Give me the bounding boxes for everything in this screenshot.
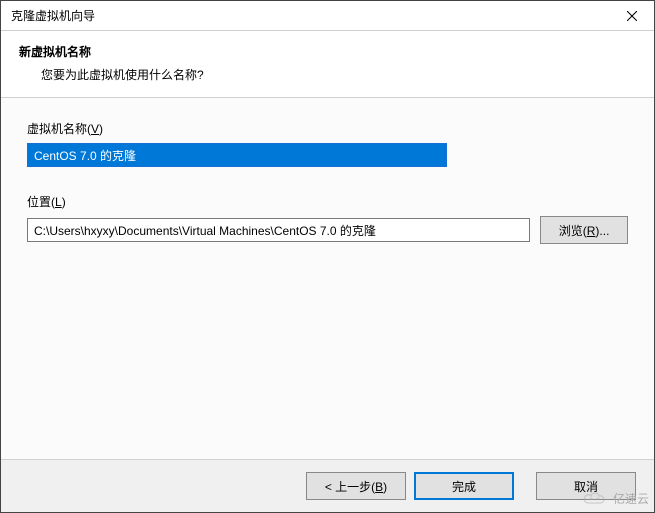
close-icon [627,11,637,21]
vm-name-label: 虚拟机名称(V) [27,120,628,137]
location-row: 浏览(R)... [27,216,628,244]
finish-button[interactable]: 完成 [414,472,514,500]
wizard-header: 新虚拟机名称 您要为此虚拟机使用什么名称? [1,31,654,98]
browse-button[interactable]: 浏览(R)... [540,216,628,244]
page-title: 新虚拟机名称 [19,43,636,60]
vm-name-input[interactable] [27,143,447,167]
titlebar: 克隆虚拟机向导 [1,1,654,31]
close-button[interactable] [609,1,654,30]
wizard-window: 克隆虚拟机向导 新虚拟机名称 您要为此虚拟机使用什么名称? 虚拟机名称(V) 位… [0,0,655,513]
back-button[interactable]: < 上一步(B) [306,472,406,500]
window-title: 克隆虚拟机向导 [11,7,95,24]
location-group: 位置(L) 浏览(R)... [27,193,628,244]
location-label: 位置(L) [27,193,628,210]
vm-name-group: 虚拟机名称(V) [27,120,628,167]
page-subtitle: 您要为此虚拟机使用什么名称? [19,66,636,83]
wizard-content: 虚拟机名称(V) 位置(L) 浏览(R)... [1,98,654,459]
wizard-footer: < 上一步(B) 完成 取消 [1,459,654,512]
cancel-button[interactable]: 取消 [536,472,636,500]
location-input[interactable] [27,218,530,242]
